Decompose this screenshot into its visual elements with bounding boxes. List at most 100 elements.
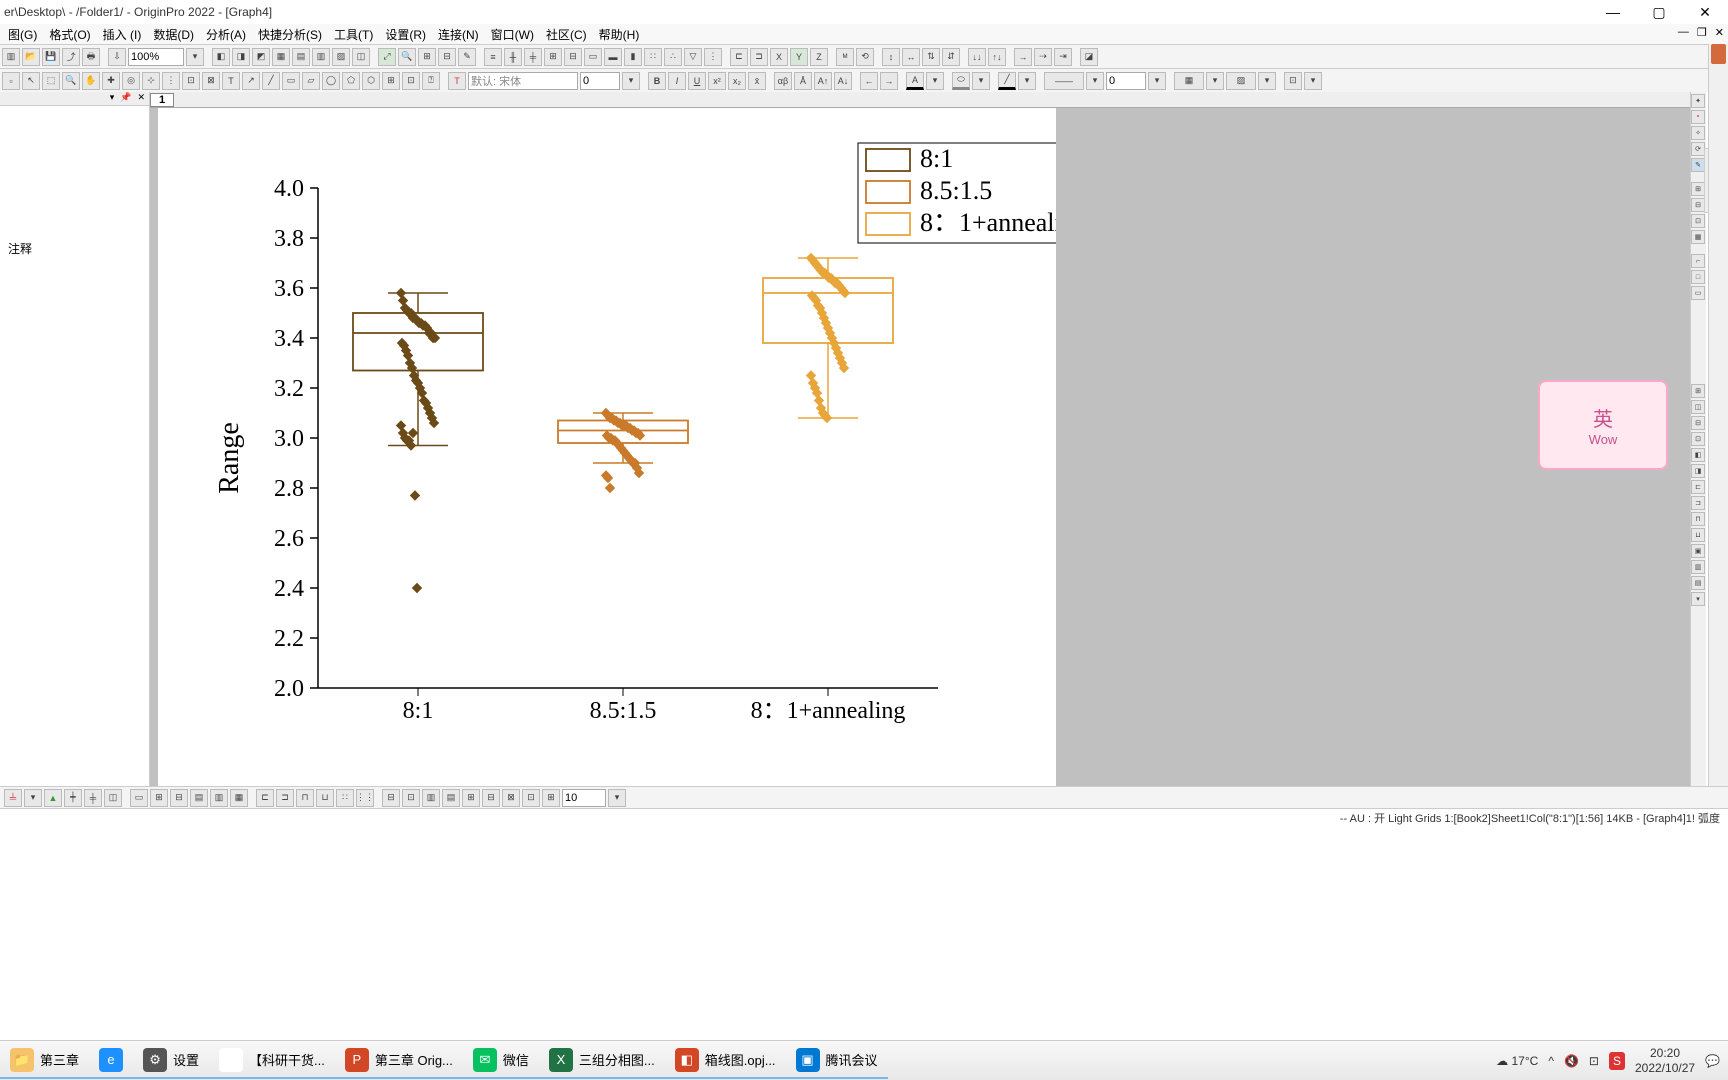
import-icon[interactable]: ⇩ — [108, 48, 126, 66]
tool-icon[interactable]: ∴ — [664, 48, 682, 66]
filter-icon[interactable]: ▽ — [684, 48, 702, 66]
taskbar-item[interactable]: ⚙设置 — [133, 1043, 209, 1079]
tool-icon[interactable]: ⊔ — [316, 789, 334, 807]
tool-icon[interactable]: ⊓ — [296, 789, 314, 807]
tool-icon[interactable]: ⟳ — [1691, 142, 1705, 156]
tool-icon[interactable]: ◪ — [1080, 48, 1098, 66]
tool-icon[interactable]: ⊏ — [256, 789, 274, 807]
rescale-icon[interactable]: ⤢ — [378, 48, 396, 66]
tool-icon[interactable]: ⊞ — [418, 48, 436, 66]
tool-icon[interactable]: ⋮ — [162, 72, 180, 90]
menu-item[interactable]: 连接(N) — [432, 24, 485, 45]
panel-pin-icon[interactable]: 📌 — [120, 92, 131, 105]
taskbar-item[interactable]: X三组分相图... — [539, 1043, 665, 1079]
font-selector[interactable] — [468, 72, 578, 90]
minimize-button[interactable]: — — [1590, 0, 1636, 24]
dropdown-icon[interactable]: ▾ — [926, 72, 944, 90]
tool-icon[interactable]: ◫ — [1691, 400, 1705, 414]
tool-icon[interactable]: ▣ — [1691, 544, 1705, 558]
tool-icon[interactable]: ▤ — [442, 789, 460, 807]
subscript-icon[interactable]: x₂ — [728, 72, 746, 90]
y-axis-icon[interactable]: Y — [790, 48, 808, 66]
notifications-icon[interactable]: 💬 — [1705, 1054, 1720, 1068]
panel-pin-icon[interactable]: ▾ — [110, 92, 115, 105]
tool-icon[interactable]: ▫ — [2, 72, 20, 90]
text-tool-icon[interactable]: T — [222, 72, 240, 90]
tool-icon[interactable]: ⊹ — [142, 72, 160, 90]
greek-icon[interactable]: αβ — [774, 72, 792, 90]
tool-icon[interactable]: ⬩ — [1691, 110, 1705, 124]
tool-icon[interactable]: ∷ — [644, 48, 662, 66]
tool-icon[interactable]: ▤ — [1691, 576, 1705, 590]
tool-icon[interactable]: ← — [860, 72, 878, 90]
tool-icon[interactable]: ≡ — [484, 48, 502, 66]
export-icon[interactable]: ⤴ — [62, 48, 80, 66]
fill-pattern-icon[interactable]: ▦ — [1174, 72, 1204, 90]
new-project-icon[interactable]: ▥ — [2, 48, 20, 66]
menu-item[interactable]: 设置(R) — [379, 24, 432, 45]
scrollbar-thumb[interactable] — [1711, 44, 1726, 64]
tool-icon[interactable]: ⊟ — [170, 789, 188, 807]
zoom-dropdown-icon[interactable]: ▾ — [186, 48, 204, 66]
tray-volume-icon[interactable]: 🔇 — [1564, 1054, 1579, 1068]
font-increase-icon[interactable]: A↑ — [814, 72, 832, 90]
tool-icon[interactable]: ⊞ — [1691, 182, 1705, 196]
tool-icon[interactable]: ⋮⋮ — [356, 789, 374, 807]
tool-icon[interactable]: ▲ — [44, 789, 62, 807]
tray-ime-icon[interactable]: S — [1609, 1052, 1625, 1070]
tool-icon[interactable]: ⊟ — [482, 789, 500, 807]
tool-icon[interactable]: ↕ — [882, 48, 900, 66]
tool-icon[interactable]: ⊔ — [1691, 528, 1705, 542]
tool-icon[interactable]: ◧ — [212, 48, 230, 66]
tool-icon[interactable]: ⊡ — [1691, 214, 1705, 228]
menu-item[interactable]: 数据(D) — [147, 24, 200, 45]
tool-icon[interactable]: ⬡ — [362, 72, 380, 90]
tool-icon[interactable]: ↑↓ — [988, 48, 1006, 66]
tool-icon[interactable]: ◫ — [104, 789, 122, 807]
font-tool-icon[interactable]: T — [448, 72, 466, 90]
tool-icon[interactable]: ⊟ — [382, 789, 400, 807]
ime-widget[interactable]: 英 Wow — [1538, 380, 1668, 470]
tool-icon[interactable]: ▱ — [302, 72, 320, 90]
menu-item[interactable]: 窗口(W) — [485, 24, 540, 45]
taskbar-item[interactable]: ◎【科研干货... — [209, 1043, 335, 1079]
tool-icon[interactable]: ◎ — [122, 72, 140, 90]
pointer-icon[interactable]: ↖ — [22, 72, 40, 90]
tool-icon[interactable]: ⇅ — [922, 48, 940, 66]
tool-icon[interactable]: ⊠ — [202, 72, 220, 90]
tool-icon[interactable]: ◩ — [252, 48, 270, 66]
tool-icon[interactable]: ⊟ — [438, 48, 456, 66]
hatch-icon[interactable]: ▨ — [1226, 72, 1256, 90]
tool-icon[interactable]: ✚ — [102, 72, 120, 90]
font-color-icon[interactable]: A — [906, 72, 924, 90]
dropdown-icon[interactable]: ▾ — [1148, 72, 1166, 90]
tool-icon[interactable]: ⊏ — [1691, 480, 1705, 494]
tray-network-icon[interactable]: ⊡ — [1589, 1054, 1599, 1068]
bold-icon[interactable]: B — [648, 72, 666, 90]
dropdown-icon[interactable]: ▾ — [1304, 72, 1322, 90]
arrow-tool-icon[interactable]: ↗ — [242, 72, 260, 90]
graph-canvas[interactable]: 2.02.22.42.62.83.03.23.43.63.84.0Range8:… — [158, 108, 1056, 786]
bottom-size-input[interactable] — [562, 789, 606, 807]
tool-icon[interactable]: ▭ — [584, 48, 602, 66]
superscript-icon[interactable]: x² — [708, 72, 726, 90]
menu-item[interactable]: 插入 (I) — [97, 24, 148, 45]
tool-icon[interactable]: ⇢ — [1034, 48, 1052, 66]
tray-chevron-icon[interactable]: ^ — [1548, 1054, 1554, 1068]
taskbar-item[interactable]: ✉微信 — [463, 1043, 539, 1079]
italic-icon[interactable]: I — [668, 72, 686, 90]
taskbar-item[interactable]: P第三章 Orig... — [335, 1043, 463, 1079]
tool-icon[interactable]: ⊞ — [544, 48, 562, 66]
zoom-region-icon[interactable]: 🔍 — [398, 48, 416, 66]
menu-item[interactable]: 格式(O) — [43, 24, 96, 45]
tool-icon[interactable]: ⇥ — [1054, 48, 1072, 66]
tool-icon[interactable]: □ — [1691, 270, 1705, 284]
tool-icon[interactable]: x̄ — [748, 72, 766, 90]
save-icon[interactable]: 💾 — [42, 48, 60, 66]
tool-icon[interactable]: ✋ — [82, 72, 100, 90]
weather-widget[interactable]: ☁ 17°C — [1496, 1054, 1538, 1068]
tool-icon[interactable]: ↔ — [902, 48, 920, 66]
tool-icon[interactable]: ⊡ — [1284, 72, 1302, 90]
dropdown-icon[interactable]: ▾ — [972, 72, 990, 90]
dropdown-icon[interactable]: ▾ — [1086, 72, 1104, 90]
